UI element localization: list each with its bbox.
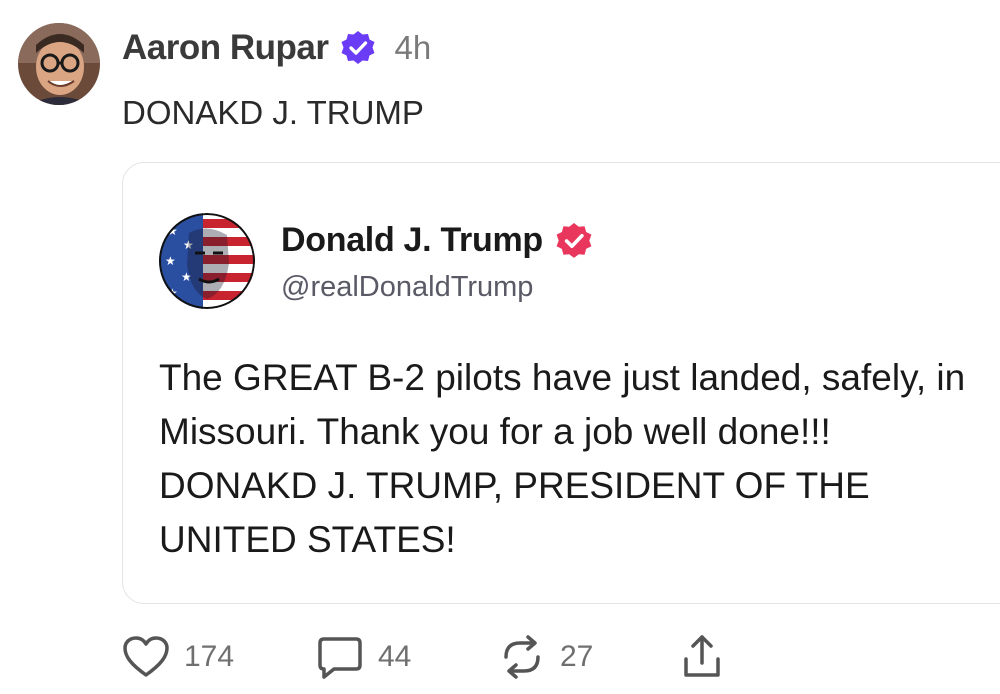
quoted-post-header: Donald J. Trump (281, 221, 593, 260)
svg-text:★: ★ (165, 254, 176, 268)
share-button[interactable] (678, 630, 726, 684)
repost-count: 27 (560, 640, 594, 673)
like-button[interactable]: 174 (122, 630, 234, 684)
quoted-author-avatar[interactable]: ★ ★ ★ ★ ★ (159, 213, 255, 309)
verified-badge-icon (555, 222, 593, 260)
comment-icon (316, 633, 364, 681)
reply-button[interactable]: 44 (316, 630, 411, 684)
author-avatar[interactable] (18, 23, 100, 105)
quoted-author-handle[interactable]: @realDonaldTrump (281, 271, 533, 304)
verified-badge-icon (340, 30, 376, 66)
quoted-post-card[interactable]: ★ ★ ★ ★ ★ Donald J. Trump @realDonaldTru… (122, 162, 1000, 604)
share-icon (678, 633, 726, 681)
post-timestamp[interactable]: 4h (394, 29, 431, 67)
heart-icon (122, 635, 170, 679)
author-name[interactable]: Aaron Rupar (122, 28, 329, 68)
quoted-post-text: The GREAT B-2 pilots have just landed, s… (159, 357, 966, 560)
repost-button[interactable]: 27 (498, 630, 593, 684)
like-count: 174 (184, 640, 235, 673)
repost-icon (498, 633, 546, 681)
post-text: DONAKD J. TRUMP (122, 94, 424, 131)
reply-count: 44 (378, 640, 412, 673)
quoted-author-name[interactable]: Donald J. Trump (281, 221, 543, 260)
post-header: Aaron Rupar 4h (122, 28, 431, 68)
